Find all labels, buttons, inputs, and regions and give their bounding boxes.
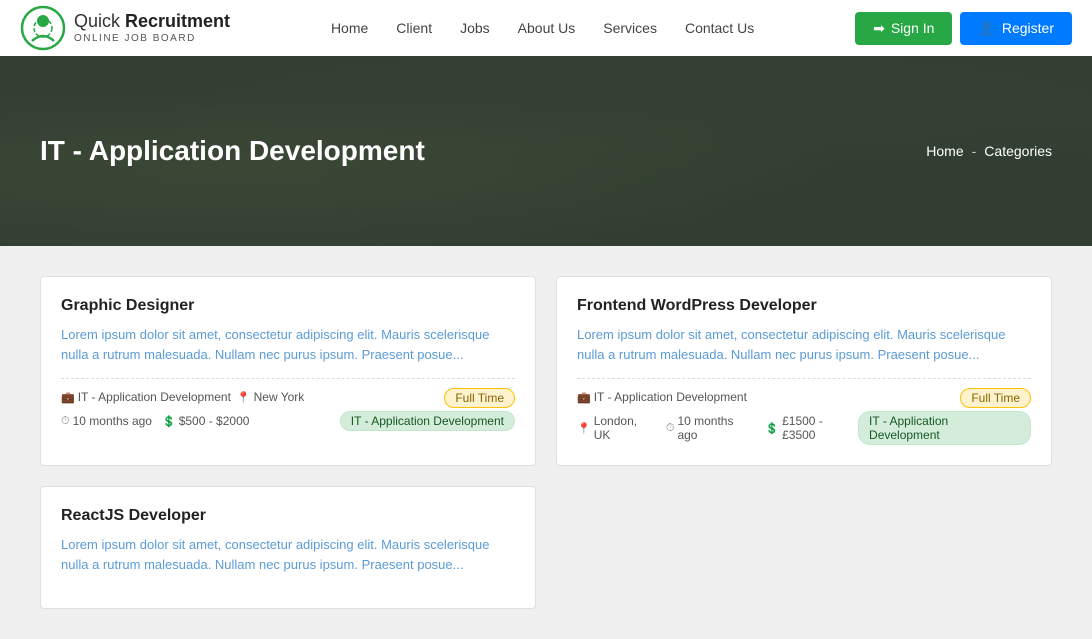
nav-link-services[interactable]: Services (603, 20, 657, 36)
job-meta-row1: 💼 IT - Application Development 📍 New Yor… (61, 389, 515, 405)
navbar: Quick Recruitment ONLINE JOB BOARD Home … (0, 0, 1092, 56)
job-category: 💼 IT - Application Development (61, 390, 231, 404)
job-meta-row2: 📍 London, UK ⏱ 10 months ago 💲 £1500 - £… (577, 411, 1031, 445)
briefcase-icon: 💼 (577, 391, 591, 404)
breadcrumb-separator: - (972, 143, 977, 159)
jobs-grid: Graphic Designer Lorem ipsum dolor sit a… (40, 276, 1052, 609)
signin-icon: ➡ (873, 20, 885, 37)
nav-link-about[interactable]: About Us (518, 20, 576, 36)
job-card: ReactJS Developer Lorem ipsum dolor sit … (40, 486, 536, 609)
job-location: 📍 New York (237, 390, 304, 404)
register-label: Register (1002, 20, 1054, 36)
brand-subtitle: ONLINE JOB BOARD (74, 33, 230, 45)
briefcase-icon: 💼 (61, 391, 75, 404)
nav-item-client[interactable]: Client (396, 20, 432, 36)
breadcrumb-home[interactable]: Home (926, 143, 963, 159)
card-divider (577, 378, 1031, 379)
nav-link-jobs[interactable]: Jobs (460, 20, 490, 36)
hero-banner: IT - Application Development Home - Cate… (0, 56, 1092, 246)
job-tag-badge: IT - Application Development (858, 411, 1031, 445)
job-card: Frontend WordPress Developer Lorem ipsum… (556, 276, 1052, 466)
job-title: Graphic Designer (61, 297, 515, 315)
nav-item-home[interactable]: Home (331, 20, 368, 36)
job-salary: 💲 $500 - $2000 (162, 414, 249, 428)
nav-link-contact[interactable]: Contact Us (685, 20, 754, 36)
job-meta-left: ⏱ 10 months ago 💲 $500 - $2000 (61, 414, 249, 428)
brand-text: Quick Recruitment ONLINE JOB BOARD (74, 11, 230, 45)
breadcrumb: Home - Categories (926, 143, 1052, 159)
job-description: Lorem ipsum dolor sit amet, consectetur … (61, 325, 515, 364)
register-icon: 👤 (978, 20, 995, 37)
nav-item-jobs[interactable]: Jobs (460, 20, 490, 36)
signin-button[interactable]: ➡ Sign In (855, 12, 952, 45)
money-icon: 💲 (765, 422, 779, 435)
job-meta-row1: 💼 IT - Application Development Full Time (577, 389, 1031, 405)
job-title: ReactJS Developer (61, 507, 515, 525)
job-description: Lorem ipsum dolor sit amet, consectetur … (61, 535, 515, 574)
money-icon: 💲 (162, 415, 176, 428)
job-location: 📍 London, UK (577, 414, 656, 442)
card-divider (61, 378, 515, 379)
job-category: 💼 IT - Application Development (577, 390, 747, 404)
breadcrumb-current: Categories (984, 143, 1052, 159)
job-tag-badge: IT - Application Development (340, 411, 515, 431)
job-meta-row2: ⏱ 10 months ago 💲 $500 - $2000 IT - Appl… (61, 411, 515, 431)
nav-item-about[interactable]: About Us (518, 20, 576, 36)
job-time: ⏱ 10 months ago (666, 414, 756, 442)
clock-icon: ⏱ (666, 422, 675, 435)
brand-logo-area[interactable]: Quick Recruitment ONLINE JOB BOARD (20, 5, 230, 51)
signin-label: Sign In (891, 20, 935, 36)
job-time: ⏱ 10 months ago (61, 414, 152, 428)
job-card: Graphic Designer Lorem ipsum dolor sit a… (40, 276, 536, 466)
job-type-badge: Full Time (960, 389, 1031, 405)
hero-content: IT - Application Development Home - Cate… (0, 135, 1092, 167)
register-button[interactable]: 👤 Register (960, 12, 1072, 45)
nav-item-contact[interactable]: Contact Us (685, 20, 754, 36)
location-icon: 📍 (237, 391, 251, 404)
main-content: Graphic Designer Lorem ipsum dolor sit a… (0, 246, 1092, 639)
clock-icon: ⏱ (61, 415, 70, 428)
nav-item-services[interactable]: Services (603, 20, 657, 36)
main-nav: Home Client Jobs About Us Services Conta… (331, 20, 754, 36)
job-salary: 💲 £1500 - £3500 (765, 414, 858, 442)
brand-logo-icon (20, 5, 66, 51)
navbar-actions: ➡ Sign In 👤 Register (855, 12, 1072, 45)
job-title: Frontend WordPress Developer (577, 297, 1031, 315)
nav-link-client[interactable]: Client (396, 20, 432, 36)
hero-title: IT - Application Development (40, 135, 425, 167)
job-meta-left: 📍 London, UK ⏱ 10 months ago 💲 £1500 - £… (577, 414, 858, 442)
job-type-badge: Full Time (444, 389, 515, 405)
location-icon: 📍 (577, 422, 591, 435)
nav-link-home[interactable]: Home (331, 20, 368, 36)
brand-title: Quick Recruitment (74, 11, 230, 33)
job-description: Lorem ipsum dolor sit amet, consectetur … (577, 325, 1031, 364)
